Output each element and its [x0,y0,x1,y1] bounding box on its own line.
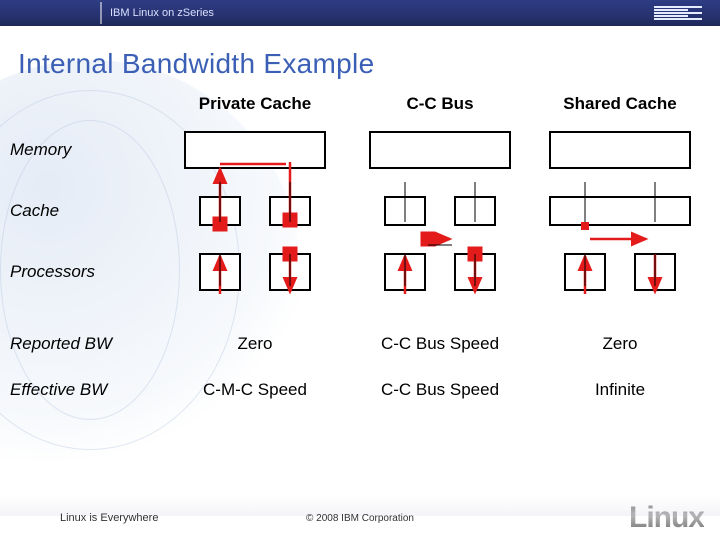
processor-block [199,253,241,291]
row-label-reported-bw: Reported BW [10,330,160,358]
row-reported-bw: Reported BW Zero C-C Bus Speed Zero [10,330,710,358]
breadcrumb: IBM Linux on zSeries [110,7,214,19]
footer-copyright: © 2008 IBM Corporation [306,513,414,524]
memory-block [549,131,691,169]
value-effective-ccbus: C-C Bus Speed [350,380,530,400]
processor-block [384,253,426,291]
cell-cache-shared [530,182,710,240]
row-label-processors: Processors [10,258,160,286]
page-title: Internal Bandwidth Example [0,26,720,86]
cell-cache-private [160,182,350,240]
value-reported-private: Zero [160,334,350,354]
row-label-cache: Cache [10,197,160,225]
column-header-shared-cache: Shared Cache [530,94,710,118]
cache-block [199,196,241,226]
diagram-area: Private Cache C-C Bus Shared Cache Memor… [10,94,710,404]
ibm-logo-icon [654,6,702,20]
value-reported-shared: Zero [530,334,710,354]
cell-proc-ccbus [350,240,530,304]
value-effective-shared: Infinite [530,380,710,400]
row-processors: Processors [10,240,710,304]
cache-block [384,196,426,226]
value-reported-ccbus: C-C Bus Speed [350,334,530,354]
processor-block [634,253,676,291]
cell-memory-shared [530,118,710,182]
cell-proc-private [160,240,350,304]
memory-block [184,131,326,169]
processor-block [564,253,606,291]
header-divider [100,2,102,24]
column-header-private-cache: Private Cache [160,94,350,118]
cell-memory-ccbus [350,118,530,182]
processor-block [454,253,496,291]
column-header-cc-bus: C-C Bus [350,94,530,118]
row-effective-bw: Effective BW C-M-C Speed C-C Bus Speed I… [10,376,710,404]
footer-bar: Linux is Everywhere © 2008 IBM Corporati… [0,496,720,540]
row-label-effective-bw: Effective BW [10,376,160,404]
row-memory: Memory [10,118,710,182]
row-label-memory: Memory [10,136,160,164]
processor-block [269,253,311,291]
cell-proc-shared [530,240,710,304]
cell-memory-private [160,118,350,182]
cache-block [269,196,311,226]
cache-block [454,196,496,226]
column-headers-row: Private Cache C-C Bus Shared Cache [10,94,710,118]
header-bar: IBM Linux on zSeries [0,0,720,26]
value-effective-private: C-M-C Speed [160,380,350,400]
cell-cache-ccbus [350,182,530,240]
memory-block [369,131,511,169]
row-cache: Cache [10,182,710,240]
cache-block-shared [549,196,691,226]
